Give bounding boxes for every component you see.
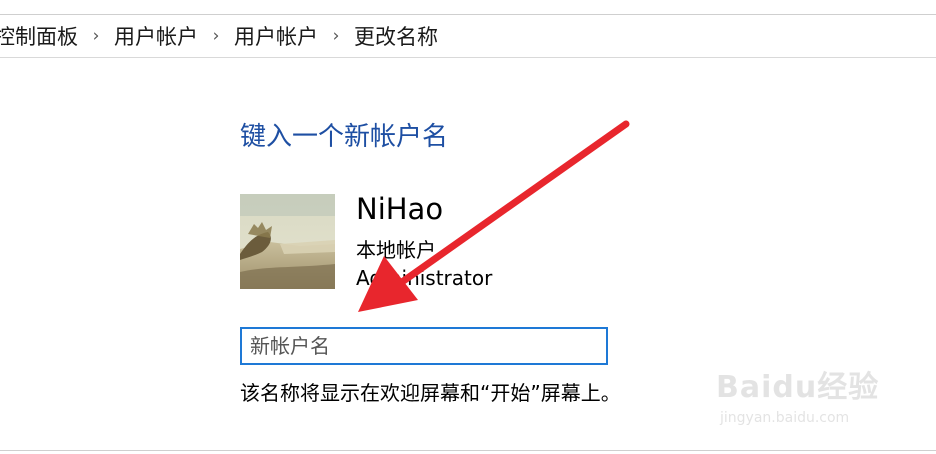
address-bar: 控制面板 › 用户帐户 › 用户帐户 › 更改名称 bbox=[0, 15, 936, 58]
account-name: NiHao bbox=[356, 192, 444, 226]
watermark-url: jingyan.baidu.com bbox=[720, 410, 850, 426]
baidu-watermark: Baidu经验 jingyan.baidu.com bbox=[716, 356, 892, 436]
breadcrumb-change-name[interactable]: 更改名称 bbox=[354, 21, 438, 51]
watermark-logo: Baidu经验 bbox=[716, 370, 880, 405]
bottom-divider bbox=[0, 450, 936, 451]
chevron-right-icon[interactable]: › bbox=[198, 26, 234, 46]
account-type: 本地帐户 bbox=[356, 238, 436, 262]
hint-text: 该名称将显示在欢迎屏幕和“开始”屏幕上。 bbox=[240, 381, 621, 405]
chevron-right-icon[interactable]: › bbox=[318, 26, 354, 46]
page-title: 键入一个新帐户名 bbox=[240, 122, 449, 152]
user-avatar bbox=[240, 194, 335, 289]
breadcrumb: 控制面板 › 用户帐户 › 用户帐户 › 更改名称 bbox=[0, 21, 438, 51]
breadcrumb-user-accounts-sub[interactable]: 用户帐户 bbox=[234, 21, 318, 51]
avatar-image bbox=[240, 194, 335, 289]
new-account-name-input[interactable] bbox=[240, 327, 608, 365]
breadcrumb-control-panel[interactable]: 控制面板 bbox=[0, 21, 78, 51]
account-role: Administrator bbox=[356, 266, 493, 290]
breadcrumb-user-accounts[interactable]: 用户帐户 bbox=[114, 21, 198, 51]
chevron-right-icon[interactable]: › bbox=[78, 26, 114, 46]
